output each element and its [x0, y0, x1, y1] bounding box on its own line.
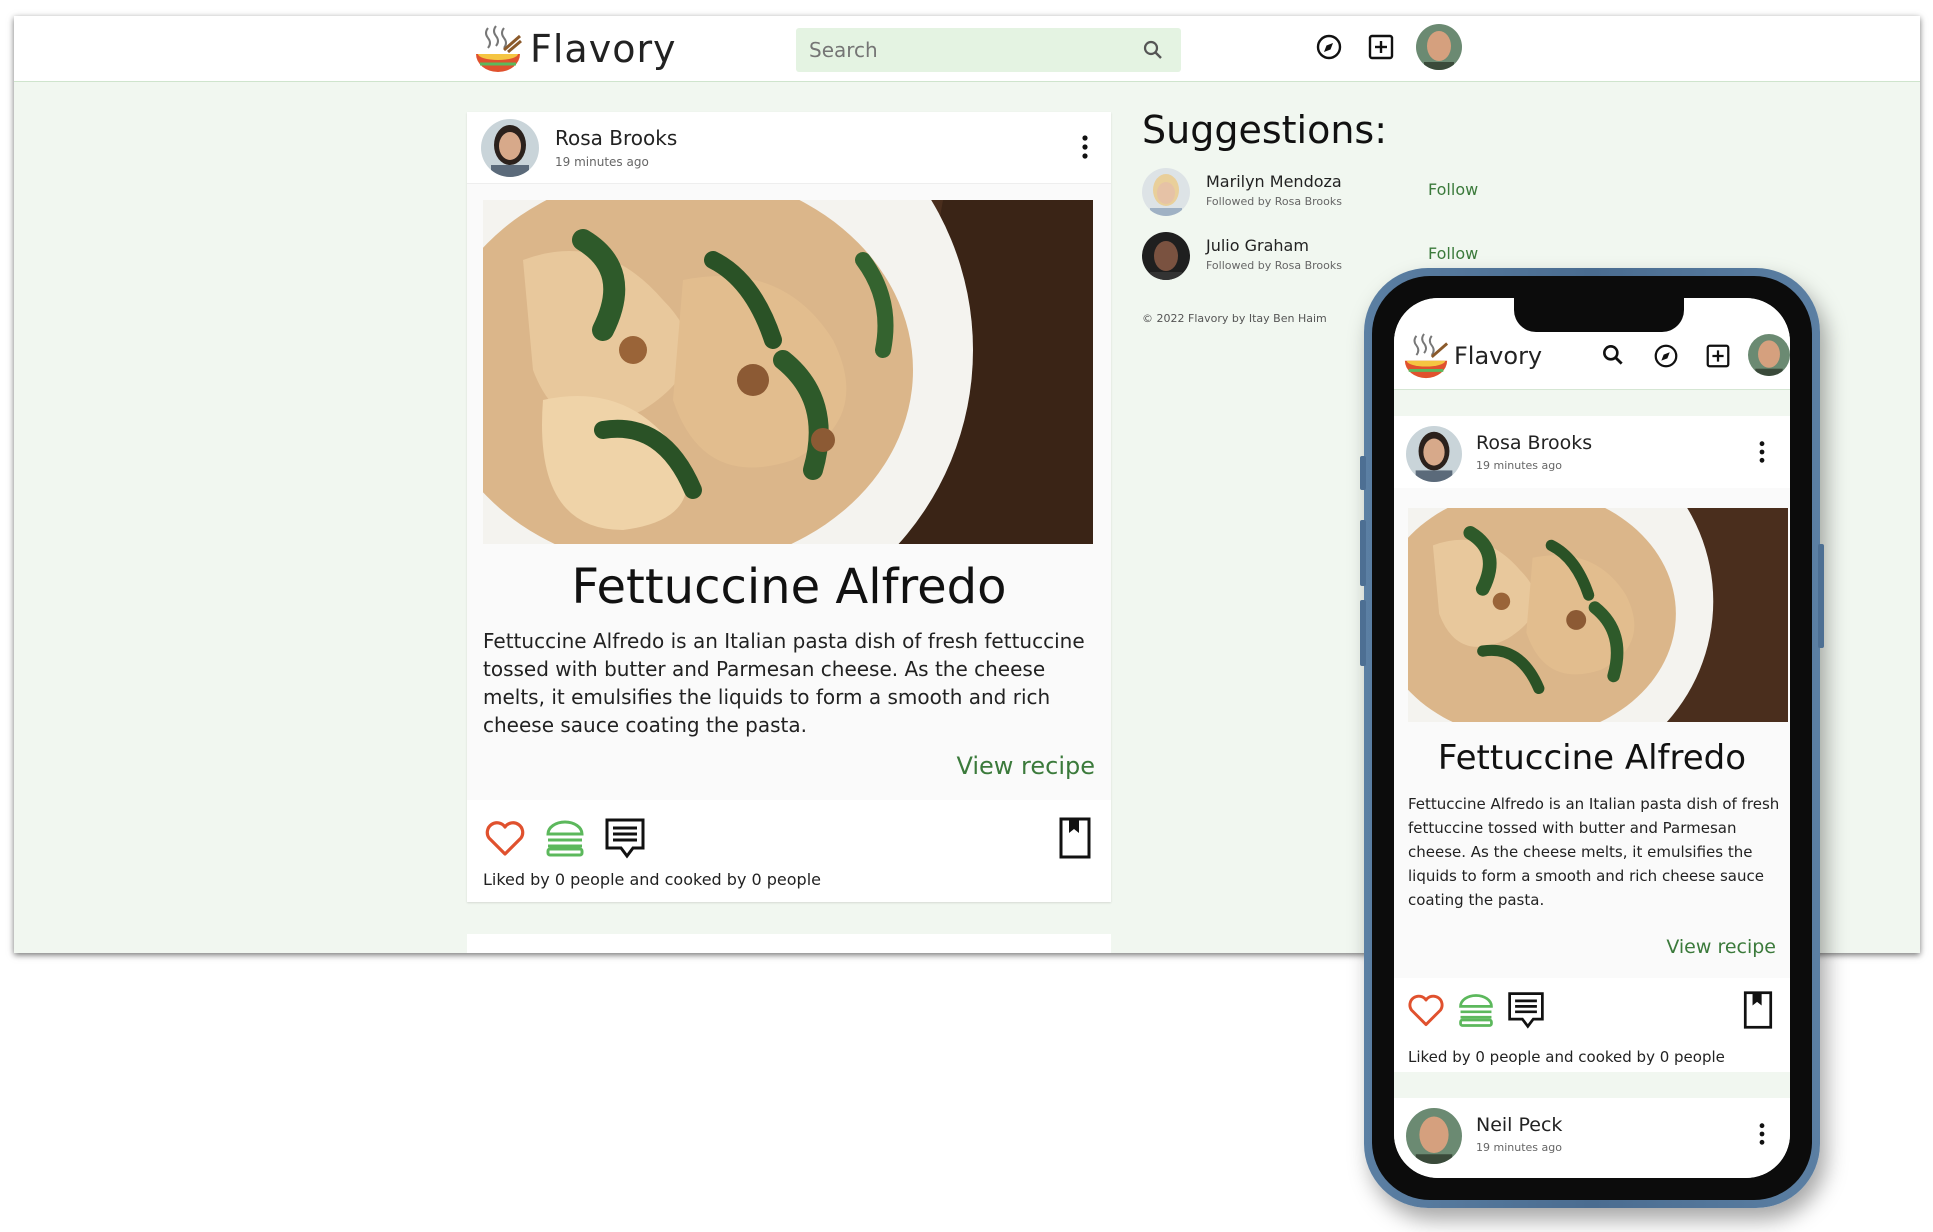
avatar-image [1416, 24, 1462, 70]
brand-name: Flavory [530, 27, 677, 71]
post-stats: Liked by 0 people and cooked by 0 people [1408, 1048, 1725, 1066]
profile-avatar[interactable] [1416, 24, 1462, 70]
phone-screen: Flavory Rosa Brooks 19 minutes ago Fettu… [1394, 298, 1790, 1178]
author-avatar[interactable] [481, 119, 539, 177]
phone-side-button [1360, 600, 1366, 666]
author-name[interactable]: Rosa Brooks [1476, 432, 1592, 454]
suggestion-name[interactable]: Julio Graham [1206, 236, 1309, 255]
suggestion-avatar[interactable] [1142, 232, 1190, 280]
suggestion-name[interactable]: Marilyn Mendoza [1206, 172, 1342, 191]
brand-name: Flavory [1454, 342, 1543, 370]
recipe-photo[interactable] [1408, 508, 1788, 722]
author-avatar[interactable] [1406, 426, 1462, 482]
copyright-text: © 2022 Flavory by Itay Ben Haim [1142, 312, 1327, 325]
comment-icon[interactable] [603, 816, 647, 860]
search-icon[interactable] [1141, 38, 1165, 62]
mobile-post-card: Rosa Brooks 19 minutes ago Fettuccine Al… [1394, 416, 1790, 1072]
recipe-title: Fettuccine Alfredo [1437, 738, 1747, 778]
post-header: Rosa Brooks 19 minutes ago [467, 112, 1111, 184]
follow-button[interactable]: Follow [1428, 180, 1478, 199]
view-recipe-link[interactable]: View recipe [956, 752, 1095, 780]
avatar-image [1142, 232, 1190, 280]
view-recipe-link[interactable]: View recipe [1666, 936, 1776, 958]
avatar-image [481, 119, 539, 177]
suggestion-avatar[interactable] [1142, 168, 1190, 216]
burger-icon[interactable] [1456, 990, 1496, 1030]
stage: Flavory Search Rosa Brooks 19 minutes ag… [0, 0, 1933, 1232]
search-box [796, 28, 1181, 72]
add-box-icon[interactable] [1704, 342, 1732, 370]
post-card: Rosa Brooks 19 minutes ago Fettuccine Al… [467, 112, 1111, 902]
more-vert-icon[interactable] [1081, 134, 1089, 160]
recipe-description: Fettuccine Alfredo is an Italian pasta d… [1408, 795, 1780, 909]
follow-button[interactable]: Follow [1428, 244, 1478, 263]
suggestion-item: Marilyn Mendoza Followed by Rosa Brooks … [1142, 168, 1482, 220]
phone-mockup: Flavory Rosa Brooks 19 minutes ago Fettu… [1360, 268, 1824, 1208]
mobile-next-post-card: Neil Peck 19 minutes ago [1394, 1098, 1790, 1178]
avatar-image [1748, 334, 1790, 376]
heart-icon[interactable] [1406, 990, 1446, 1030]
recipe-title: Fettuccine Alfredo [571, 559, 1007, 615]
post-time: 19 minutes ago [555, 155, 649, 169]
author-name[interactable]: Neil Peck [1476, 1114, 1562, 1136]
avatar-image [1406, 426, 1462, 482]
compass-icon[interactable] [1314, 32, 1344, 62]
phone-bezel: Flavory Rosa Brooks 19 minutes ago Fettu… [1372, 276, 1812, 1200]
top-navbar: Flavory [14, 16, 1920, 82]
recipe-description: Fettuccine Alfredo is an Italian pasta d… [483, 629, 1085, 737]
post-stats: Liked by 0 people and cooked by 0 people [483, 870, 821, 889]
burger-icon[interactable] [543, 816, 587, 860]
bowl-logo-icon [1404, 333, 1449, 379]
phone-notch [1514, 298, 1684, 332]
suggestion-subtitle: Followed by Rosa Brooks [1206, 195, 1342, 208]
search-icon[interactable] [1600, 342, 1626, 368]
compass-icon[interactable] [1652, 342, 1680, 370]
phone-side-button [1360, 456, 1366, 490]
bowl-logo-icon [476, 25, 522, 72]
post-time: 19 minutes ago [1476, 1141, 1562, 1154]
post-header: Rosa Brooks 19 minutes ago [1394, 416, 1790, 488]
suggestions-title: Suggestions: [1142, 108, 1388, 152]
search-input[interactable] [796, 28, 1126, 72]
comment-icon[interactable] [1506, 990, 1546, 1030]
bookmark-icon[interactable] [1053, 816, 1097, 860]
post-time: 19 minutes ago [1476, 459, 1562, 472]
avatar-image [1142, 168, 1190, 216]
profile-avatar[interactable] [1748, 334, 1790, 376]
next-post-card [467, 934, 1111, 953]
suggestion-subtitle: Followed by Rosa Brooks [1206, 259, 1342, 272]
pasta-image [1408, 508, 1788, 722]
bookmark-icon[interactable] [1738, 990, 1778, 1030]
heart-icon[interactable] [483, 816, 527, 860]
author-avatar[interactable] [1406, 1108, 1462, 1164]
author-name[interactable]: Rosa Brooks [555, 126, 677, 150]
pasta-image [483, 200, 1093, 544]
avatar-image [1406, 1108, 1462, 1164]
more-vert-icon[interactable] [1758, 1122, 1766, 1146]
recipe-photo[interactable] [483, 200, 1093, 544]
add-box-icon[interactable] [1366, 32, 1396, 62]
more-vert-icon[interactable] [1758, 440, 1766, 464]
phone-side-button [1360, 520, 1366, 586]
mobile-logo[interactable]: Flavory [1402, 332, 1542, 380]
logo[interactable]: Flavory [474, 24, 677, 74]
phone-side-button [1818, 544, 1824, 648]
